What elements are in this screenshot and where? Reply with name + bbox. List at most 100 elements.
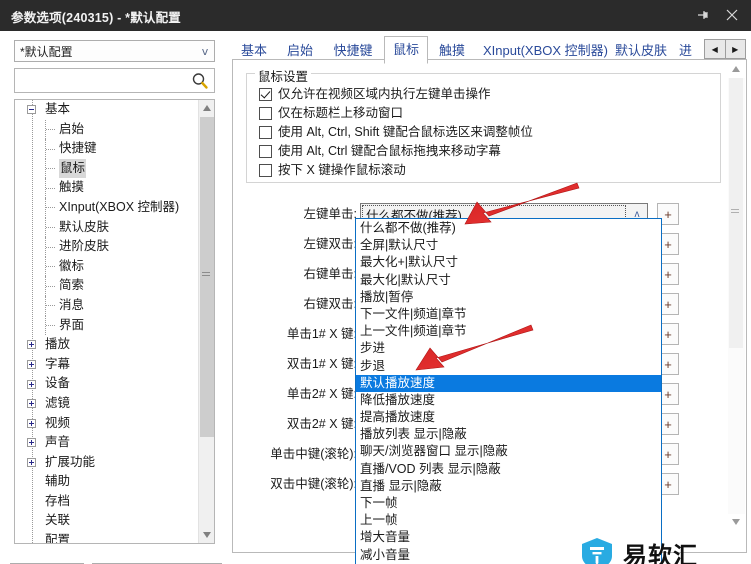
tree-item-16[interactable]: 视频 <box>15 414 198 434</box>
pane-scroll-down-icon[interactable] <box>728 514 744 530</box>
dropdown-option-9[interactable]: 默认播放速度 <box>356 374 661 392</box>
tree-item-17[interactable]: 声音 <box>15 433 198 453</box>
dropdown-option-1[interactable]: 全屏|默认尺寸 <box>356 237 661 254</box>
tree-item-label: 快捷键 <box>59 141 97 156</box>
pane-scroll-grip <box>731 209 739 210</box>
tree-item-label: 启始 <box>59 121 85 136</box>
tree-item-4[interactable]: 触摸 <box>15 178 198 198</box>
dropdown-option-17[interactable]: 上一帧 <box>356 512 661 529</box>
tree-item-18[interactable]: 扩展功能 <box>15 453 198 473</box>
tree-item-12[interactable]: 播放 <box>15 335 198 355</box>
pane-scroll-grip <box>731 212 739 213</box>
action-dropdown-list[interactable]: 什么都不做(推荐) 全屏|默认尺寸 最大化+|默认尺寸 最大化|默认尺寸 播放|暂停 下一… <box>355 218 662 564</box>
mouse-action-label-3: 右键双击: <box>303 297 357 311</box>
tree-item-15[interactable]: 滤镜 <box>15 394 198 414</box>
dropdown-option-4[interactable]: 播放|暂停 <box>356 289 661 306</box>
mouse-action-label-4: 单击1# X 键: <box>286 327 357 341</box>
scroll-down-icon[interactable] <box>199 527 214 543</box>
expand-icon[interactable] <box>27 399 36 409</box>
dropdown-option-15[interactable]: 直播 显示|隐蔽 <box>356 478 661 495</box>
tree-item-14[interactable]: 设备 <box>15 374 198 394</box>
tree-item-label: 配置 <box>45 533 71 543</box>
mouse-action-label-6: 单击2# X 键: <box>286 387 357 401</box>
tree-item-1[interactable]: 启始 <box>15 119 198 140</box>
tree-item-10[interactable]: 消息 <box>15 295 198 316</box>
tree-item-label: 进阶皮肤 <box>59 239 110 254</box>
tree-item-2[interactable]: 快捷键 <box>15 139 198 159</box>
watermark: 易软汇 <box>580 536 698 564</box>
tree-item-label: 简索 <box>59 278 85 293</box>
tree-item-label: 扩展功能 <box>45 454 96 469</box>
tree-item-label: 视频 <box>45 415 71 430</box>
dropdown-option-16[interactable]: 下一帧 <box>356 495 661 512</box>
checkbox-0[interactable] <box>259 88 272 101</box>
annotation-arrow-bottom <box>415 324 534 371</box>
expand-icon[interactable] <box>27 379 36 389</box>
mouse-action-label-5: 双击1# X 键: <box>286 357 357 371</box>
scroll-up-icon[interactable] <box>199 100 214 116</box>
dropdown-option-13[interactable]: 聊天/浏览器窗口 显示|隐蔽 <box>356 443 661 460</box>
dropdown-option-2[interactable]: 最大化+|默认尺寸 <box>356 254 661 271</box>
checkbox-label: 按下 X 键操作鼠标滚动 <box>278 163 406 177</box>
checkbox-label: 使用 Alt, Ctrl 键配合鼠标拖拽来移动字幕 <box>278 144 501 158</box>
tree-item-5[interactable]: XInput(XBOX 控制器) <box>15 197 198 218</box>
dropdown-option-11[interactable]: 提高播放速度 <box>356 409 661 426</box>
tree-item-label: 徽标 <box>59 258 85 273</box>
dropdown-option-5[interactable]: 下一文件|频道|章节 <box>356 306 661 323</box>
tab-scroll-left-icon[interactable]: ◀ <box>705 40 726 58</box>
tree-item-8[interactable]: 徽标 <box>15 256 198 277</box>
mouse-settings-group: 鼠标设置 仅允许在视频区域内执行左键单击操作 仅在标题栏上移动窗口 使用 Alt, … <box>246 66 721 183</box>
config-profile-combo[interactable]: *默认配置 v <box>14 40 215 62</box>
pane-scroll-thumb[interactable] <box>729 78 743 348</box>
collapse-icon[interactable] <box>27 105 36 115</box>
settings-tree[interactable]: 基本启始快捷键鼠标 触摸 XInput(XBOX 控制器) 默认皮肤 进阶皮肤徽标简索消… <box>14 99 215 544</box>
tree-item-20[interactable]: 存档 <box>15 492 198 512</box>
pane-scroll-up-icon[interactable] <box>728 61 744 77</box>
dropdown-option-3[interactable]: 最大化|默认尺寸 <box>356 272 661 289</box>
tree-item-11[interactable]: 界面 <box>15 315 198 336</box>
mouse-action-label-9: 双击中键(滚轮): <box>270 477 357 491</box>
settings-tree-items: 基本启始快捷键鼠标 触摸 XInput(XBOX 控制器) 默认皮肤 进阶皮肤徽标简索消… <box>15 100 198 543</box>
shield-logo-icon <box>582 537 612 564</box>
tree-item-7[interactable]: 进阶皮肤 <box>15 237 198 257</box>
options-window: 参数选项(240315) - *默认配置 *默认配置 v 基本 启始 快捷键 鼠… <box>0 0 751 564</box>
search-icon <box>191 72 209 93</box>
tree-item-6[interactable]: 默认皮肤 <box>15 217 198 238</box>
tree-item-label: 播放 <box>45 337 71 352</box>
tree-item-3[interactable]: 鼠标 <box>15 158 198 179</box>
pane-scrollbar[interactable] <box>728 61 745 531</box>
tree-item-21[interactable]: 关联 <box>15 511 198 531</box>
checkbox-4[interactable] <box>259 164 272 177</box>
expand-icon[interactable] <box>27 340 36 350</box>
tree-item-19[interactable]: 辅助 <box>15 472 198 492</box>
checkbox-3[interactable] <box>259 145 272 158</box>
tree-item-label: 基本 <box>45 102 71 116</box>
checkbox-2[interactable] <box>259 126 272 139</box>
expand-icon[interactable] <box>27 457 36 467</box>
tree-item-label: 关联 <box>45 513 71 528</box>
annotation-arrow-top <box>464 182 580 225</box>
dropdown-option-12[interactable]: 播放列表 显示|隐蔽 <box>356 426 661 443</box>
tree-item-0[interactable]: 基本 <box>15 100 198 120</box>
window-title: 参数选项(240315) - *默认配置 <box>11 11 182 25</box>
close-icon[interactable] <box>719 0 745 30</box>
search-input[interactable] <box>14 68 215 93</box>
pin-icon[interactable] <box>689 0 715 30</box>
checkbox-1[interactable] <box>259 107 272 120</box>
tree-item-label: 声音 <box>45 435 71 450</box>
tree-item-13[interactable]: 字幕 <box>15 355 198 375</box>
mouse-action-label-2: 右键单击: <box>303 267 357 281</box>
tab-3[interactable]: 鼠标 <box>384 36 428 64</box>
expand-icon[interactable] <box>27 418 36 428</box>
tree-item-label: 字幕 <box>45 356 71 371</box>
tree-item-9[interactable]: 简索 <box>15 276 198 296</box>
tab-scroll-buttons[interactable]: ◀ ▶ <box>704 39 746 59</box>
dropdown-option-10[interactable]: 降低播放速度 <box>356 392 661 409</box>
expand-icon[interactable] <box>27 359 36 369</box>
dropdown-option-14[interactable]: 直播/VOD 列表 显示|隐蔽 <box>356 461 661 478</box>
tree-item-label: 设备 <box>45 376 71 391</box>
tree-item-label: 鼠标 <box>59 158 87 179</box>
expand-icon[interactable] <box>27 438 36 448</box>
tree-item-22[interactable]: 配置 <box>15 531 198 543</box>
tab-scroll-right-icon[interactable]: ▶ <box>726 40 746 58</box>
